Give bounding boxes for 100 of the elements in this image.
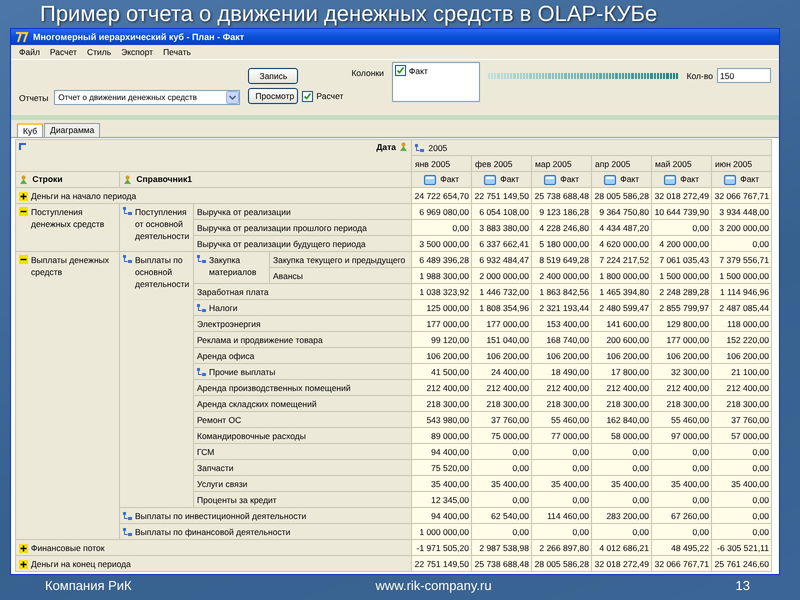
row-label: ГСМ <box>197 446 214 456</box>
month-header: май 2005 <box>652 156 712 172</box>
value-cell: 543 980,00 <box>412 412 472 428</box>
calc-label: Расчет <box>316 91 344 101</box>
menu-item[interactable]: Печать <box>163 47 191 57</box>
hierarchy-icon[interactable] <box>123 528 132 536</box>
row-label: Ремонт ОС <box>197 414 242 424</box>
report-dropdown[interactable]: Отчет о движении денежных средств <box>54 90 240 105</box>
value-cell: 0,00 <box>652 460 712 476</box>
value-cell: 17 800,00 <box>592 364 652 380</box>
value-cell: 94 400,00 <box>412 444 472 460</box>
value-cell: 41 500,00 <box>412 364 472 380</box>
month-header: июн 2005 <box>712 156 772 172</box>
column-checkbox[interactable] <box>394 65 406 76</box>
value-cell: 0,00 <box>592 524 652 540</box>
value-cell: 25 738 688,48 <box>532 188 592 204</box>
value-cell: 212 400,00 <box>532 380 592 396</box>
collapse-icon[interactable] <box>19 255 28 264</box>
value-cell: 21 100,00 <box>712 364 772 380</box>
row-label: Проценты за кредит <box>197 494 277 504</box>
value-cell: 114 460,00 <box>532 508 592 524</box>
value-cell: 141 600,00 <box>592 316 652 332</box>
expand-icon[interactable] <box>19 544 28 552</box>
catalog-header-label: Справочник1 <box>136 174 192 184</box>
year-header[interactable]: 2005 <box>412 140 772 156</box>
menu-item[interactable]: Стиль <box>86 47 112 57</box>
company-name: Компания РиК <box>45 578 132 593</box>
value-cell: 212 400,00 <box>472 380 532 396</box>
value-cell: 0,00 <box>712 460 772 476</box>
value-cell: 35 400,00 <box>652 476 712 492</box>
value-cell: 1 500 000,00 <box>652 268 712 284</box>
hierarchy-icon[interactable] <box>123 512 132 520</box>
value-cell: 35 400,00 <box>592 476 652 492</box>
row-label: Реклама и продвижение товара <box>197 334 323 344</box>
value-cell: 0,00 <box>532 444 592 460</box>
value-cell: 9 123 186,28 <box>532 204 592 220</box>
page-number: 13 <box>736 578 750 593</box>
value-cell: 0,00 <box>712 444 772 460</box>
row-label: Поступления денежных средств <box>31 206 106 230</box>
value-cell: 1 500 000,00 <box>712 268 772 284</box>
count-field[interactable]: 150 <box>717 68 771 83</box>
measure-label: Факт <box>560 174 580 184</box>
value-cell: 2 266 897,80 <box>532 540 592 556</box>
row-label: Заработная плата <box>197 286 269 296</box>
reports-label: Отчеты <box>19 92 48 102</box>
value-cell: 1 038 323,92 <box>412 284 472 300</box>
menu-item[interactable]: Экспорт <box>121 47 154 57</box>
value-cell: 35 400,00 <box>712 476 772 492</box>
calc-checkbox[interactable] <box>302 90 314 102</box>
value-cell: 1 465 394,80 <box>592 284 652 300</box>
value-cell: 1 863 842,56 <box>532 284 592 300</box>
value-cell: 6 337 662,41 <box>472 236 532 252</box>
value-cell: 32 300,00 <box>652 364 712 380</box>
expand-icon[interactable] <box>19 560 28 568</box>
menu-item[interactable]: Файл <box>19 47 40 57</box>
expand-icon[interactable] <box>19 192 28 200</box>
value-cell: 0,00 <box>592 460 652 476</box>
value-cell: 32 066 767,71 <box>652 556 712 572</box>
value-cell: 106 200,00 <box>532 348 592 364</box>
value-cell: -6 305 521,11 <box>712 540 772 556</box>
value-cell: 6 932 484,47 <box>472 252 532 268</box>
value-cell: 58 000,00 <box>592 428 652 444</box>
row-label: Выплаты денежных средств <box>31 254 110 278</box>
hierarchy-icon[interactable] <box>123 207 132 215</box>
row-label: Выручка от реализации <box>197 206 291 216</box>
row-label: Закупка текущего и предыдущего <box>273 254 406 264</box>
hierarchy-icon[interactable] <box>197 304 206 312</box>
row-label: Поступления от основной деятельности <box>135 206 190 242</box>
value-cell: 106 200,00 <box>412 348 472 364</box>
value-cell: 168 740,00 <box>532 332 592 348</box>
menu-item[interactable]: Расчет <box>50 47 77 57</box>
value-cell: 4 200 000,00 <box>652 236 712 252</box>
value-cell: 28 005 586,28 <box>592 188 652 204</box>
value-cell: 1 114 946,96 <box>712 284 772 300</box>
measure-icon <box>424 174 436 185</box>
value-cell: 0,00 <box>592 492 652 508</box>
hierarchy-icon[interactable] <box>197 368 206 376</box>
value-cell: 2 480 599,47 <box>592 300 652 316</box>
value-cell: 1 988 300,00 <box>412 268 472 284</box>
count-label: Кол-во <box>686 70 713 80</box>
tab[interactable]: Куб <box>17 123 44 137</box>
measure-icon <box>484 174 496 185</box>
hierarchy-icon[interactable] <box>197 255 206 263</box>
save-button[interactable]: Запись <box>248 68 298 84</box>
date-label: Дата <box>376 142 396 152</box>
hierarchy-icon[interactable] <box>123 255 132 263</box>
value-cell: 177 000,00 <box>412 316 472 332</box>
columns-listbox[interactable]: Факт <box>392 62 480 102</box>
preview-button[interactable]: Просмотр <box>248 88 298 104</box>
value-cell: 6 969 080,00 <box>412 204 472 220</box>
row-label: Электроэнергия <box>197 318 261 328</box>
collapse-icon[interactable] <box>19 207 28 216</box>
value-cell: 4 434 487,20 <box>592 220 652 236</box>
value-cell: 0,00 <box>712 508 772 524</box>
value-cell: 2 400 000,00 <box>532 268 592 284</box>
columns-label: Колонки <box>351 68 384 78</box>
row-label: Авансы <box>273 270 303 280</box>
tab[interactable]: Диаграмма <box>44 123 100 137</box>
row-label: Налоги <box>209 302 238 312</box>
website-url: www.rik-company.ru <box>376 578 492 593</box>
